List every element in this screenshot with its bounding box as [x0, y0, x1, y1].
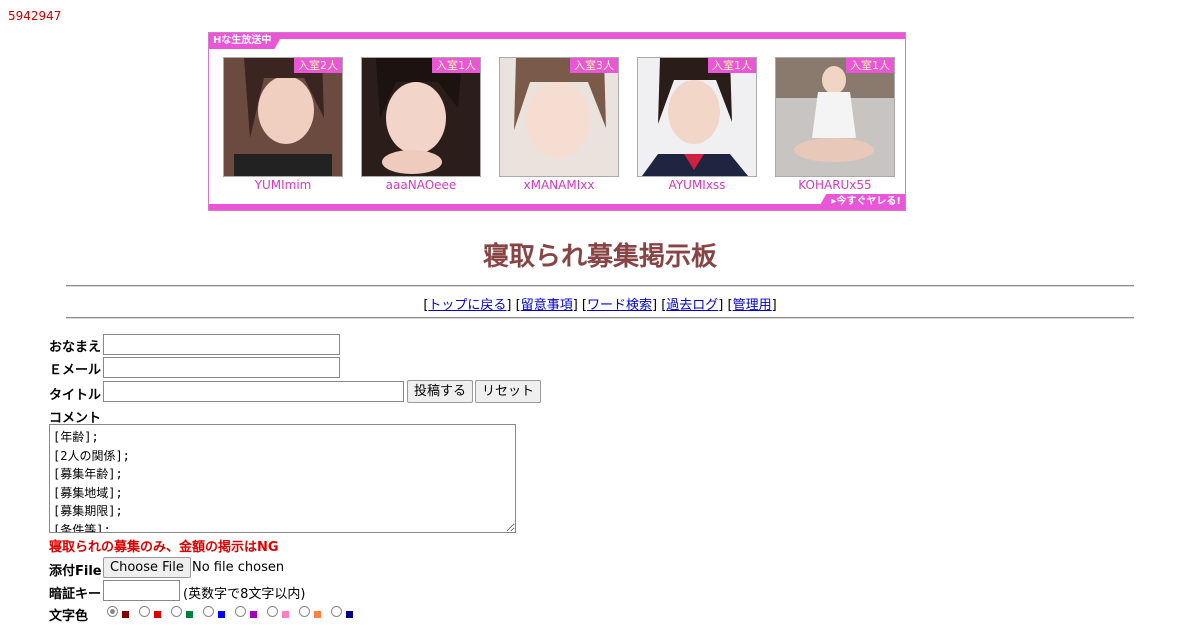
nav-link-log[interactable]: 過去ログ [666, 298, 718, 313]
name-input[interactable] [103, 334, 340, 355]
reset-button[interactable]: リセット [475, 380, 542, 403]
choose-file-button[interactable]: Choose File [103, 557, 191, 578]
room-count-badge: 入室3人 [570, 58, 618, 73]
banner-top-bar [209, 33, 905, 39]
performer-photo-placeholder [776, 58, 894, 176]
banner-cta-link[interactable]: ▸今すぐヤレる! [817, 194, 905, 210]
color-radio[interactable] [299, 606, 310, 617]
performer-photo[interactable]: 入室1人 [361, 57, 481, 177]
color-radio[interactable] [331, 606, 342, 617]
performer-photo-placeholder [224, 58, 342, 176]
text-color-options [107, 605, 363, 618]
title-input[interactable] [103, 381, 404, 402]
banner-live-tag: Hな生放送中 [209, 33, 284, 49]
performer-name[interactable]: KOHARUx55 [775, 178, 895, 192]
color-option[interactable] [203, 605, 235, 618]
color-option[interactable] [331, 605, 363, 618]
color-radio[interactable] [107, 606, 118, 617]
performer-card[interactable]: 入室2人 YUMImim [223, 57, 343, 192]
performer-name[interactable]: YUMImim [223, 178, 343, 192]
divider-top [66, 285, 1134, 287]
color-swatch [154, 611, 161, 618]
performer-photo-placeholder [362, 58, 480, 176]
nav-links: [トップに戻る] [留意事項] [ワード検索] [過去ログ] [管理用] [423, 298, 777, 313]
divider-bottom [66, 317, 1134, 319]
key-note: (英数字で8文字以内) [183, 587, 306, 602]
performer-photo[interactable]: 入室1人 [637, 57, 757, 177]
color-swatch [186, 611, 193, 618]
performer-photo[interactable]: 入室3人 [499, 57, 619, 177]
performer-photo-placeholder [500, 58, 618, 176]
color-swatch [218, 611, 225, 618]
performer-name[interactable]: aaaNAOeee [361, 178, 481, 192]
title-label: タイトル [49, 388, 102, 403]
live-stream-banner[interactable]: Hな生放送中 入室2人 YUMImim 入室1人 aaaNAOeee 入室3人 … [208, 32, 906, 211]
file-label: 添付File [49, 564, 102, 579]
nav-link-admin[interactable]: 管理用 [733, 298, 772, 313]
nav-link-search[interactable]: ワード検索 [587, 298, 652, 313]
access-counter: 5942947 [8, 9, 62, 23]
key-label: 暗証キー [49, 587, 102, 602]
color-option[interactable] [171, 605, 203, 618]
email-label: Ｅメール [49, 363, 102, 378]
color-option[interactable] [107, 605, 139, 618]
color-label: 文字色 [49, 609, 89, 624]
color-option[interactable] [267, 605, 299, 618]
color-radio[interactable] [139, 606, 150, 617]
performer-photo-placeholder [638, 58, 756, 176]
email-input[interactable] [103, 357, 340, 378]
file-status: No file chosen [192, 560, 285, 575]
color-option[interactable] [139, 605, 171, 618]
performer-cards: 入室2人 YUMImim 入室1人 aaaNAOeee 入室3人 xMANAMI… [223, 57, 895, 192]
color-swatch [250, 611, 257, 618]
performer-photo[interactable]: 入室2人 [223, 57, 343, 177]
submit-button[interactable]: 投稿する [407, 380, 474, 403]
page-title: 寝取られ募集掲示板 [482, 242, 717, 272]
color-swatch [346, 611, 353, 618]
color-radio[interactable] [203, 606, 214, 617]
nav-link-rules[interactable]: 留意事項 [521, 298, 573, 313]
name-label: おなまえ [49, 340, 102, 355]
performer-name[interactable]: AYUMIxss [637, 178, 757, 192]
color-option[interactable] [235, 605, 267, 618]
performer-photo[interactable]: 入室1人 [775, 57, 895, 177]
color-radio[interactable] [235, 606, 246, 617]
room-count-badge: 入室1人 [432, 58, 480, 73]
color-swatch [314, 611, 321, 618]
banner-bottom-bar [209, 204, 905, 210]
color-radio[interactable] [267, 606, 278, 617]
color-radio[interactable] [171, 606, 182, 617]
room-count-badge: 入室2人 [294, 58, 342, 73]
performer-card[interactable]: 入室1人 AYUMIxss [637, 57, 757, 192]
performer-card[interactable]: 入室3人 xMANAMIxx [499, 57, 619, 192]
posting-rule-warning: 寝取られの募集のみ、金額の掲示はNG [49, 540, 279, 555]
color-option[interactable] [299, 605, 331, 618]
performer-card[interactable]: 入室1人 KOHARUx55 [775, 57, 895, 192]
room-count-badge: 入室1人 [708, 58, 756, 73]
performer-card[interactable]: 入室1人 aaaNAOeee [361, 57, 481, 192]
performer-name[interactable]: xMANAMIxx [499, 178, 619, 192]
comment-textarea[interactable]: [年齢]; [2人の関係]; [募集年齢]; [募集地域]; [募集期限]; [… [49, 424, 516, 533]
key-input[interactable] [103, 580, 180, 601]
color-swatch [282, 611, 289, 618]
color-swatch [122, 611, 129, 618]
room-count-badge: 入室1人 [846, 58, 894, 73]
nav-link-top[interactable]: トップに戻る [428, 298, 506, 313]
